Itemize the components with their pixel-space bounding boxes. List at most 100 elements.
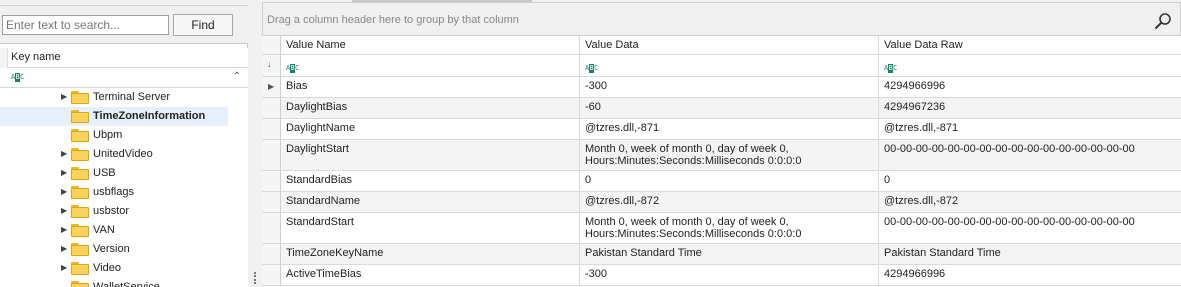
- value-data-raw-cell[interactable]: 00-00-00-00-00-00-00-00-00-00-00-00-00-0…: [879, 213, 1181, 243]
- value-data-cell[interactable]: Month 0, week of month 0, day of week 0,…: [580, 140, 879, 170]
- value-name-cell[interactable]: Bias: [281, 77, 580, 97]
- row-indicator[interactable]: [262, 244, 281, 264]
- pane-splitter[interactable]: [249, 0, 262, 287]
- expand-arrow-icon[interactable]: ▶: [61, 168, 69, 178]
- table-row[interactable]: DaylightBias -60 4294967236: [262, 98, 1181, 119]
- value-data-raw-cell[interactable]: 0: [879, 171, 1181, 191]
- value-data-raw-cell[interactable]: 4294966996: [879, 265, 1181, 285]
- value-data-raw-cell[interactable]: 4294967236: [879, 98, 1181, 118]
- column-filter-cell[interactable]: ABC: [281, 55, 580, 76]
- tree-item[interactable]: WalletService: [0, 278, 228, 287]
- key-name-column-header[interactable]: Key name: [0, 48, 248, 68]
- value-name-cell[interactable]: ActiveTimeBias: [281, 265, 580, 285]
- value-name-cell[interactable]: DaylightName: [281, 119, 580, 139]
- table-row[interactable]: StandardName @tzres.dll,-872 @tzres.dll,-8…: [262, 192, 1181, 213]
- expand-arrow-icon[interactable]: ▶: [61, 187, 69, 197]
- value-name-cell[interactable]: StandardName: [281, 192, 580, 212]
- grid-filter-row[interactable]: ↓ ABC ABC ABC: [262, 55, 1181, 77]
- find-button[interactable]: Find: [173, 14, 233, 36]
- row-indicator[interactable]: [262, 119, 281, 139]
- value-data-raw-cell[interactable]: 4294966996: [879, 77, 1181, 97]
- tree-item[interactable]: ▶ USB: [0, 164, 228, 183]
- tree-item[interactable]: ▶ usbstor: [0, 202, 228, 221]
- tree-item-label: Video: [93, 262, 121, 274]
- abc-filter-icon[interactable]: ABC: [585, 64, 598, 73]
- row-indicator[interactable]: [262, 213, 281, 243]
- tree-item[interactable]: Ubpm: [0, 126, 228, 145]
- value-data-raw-cell[interactable]: Pakistan Standard Time: [879, 244, 1181, 264]
- tree-item[interactable]: ▶ Version: [0, 240, 228, 259]
- value-data-raw-cell[interactable]: @tzres.dll,-872: [879, 192, 1181, 212]
- row-indicator[interactable]: [262, 98, 281, 118]
- folder-icon: [71, 186, 89, 199]
- value-data-cell[interactable]: @tzres.dll,-872: [580, 192, 879, 212]
- row-indicator[interactable]: [262, 265, 281, 285]
- folder-body: [71, 150, 89, 161]
- scroll-up-arrow-icon[interactable]: ⌃: [231, 71, 243, 83]
- table-row[interactable]: ActiveTimeBias -300 4294966996: [262, 265, 1181, 286]
- value-data-cell[interactable]: 0: [580, 171, 879, 191]
- table-row[interactable]: ▶ Bias -300 4294966996: [262, 77, 1181, 98]
- key-filter-row[interactable]: ABC: [0, 68, 248, 88]
- value-data-cell[interactable]: -300: [580, 265, 879, 285]
- expand-arrow-icon[interactable]: ▶: [61, 149, 69, 159]
- search-input[interactable]: [2, 15, 169, 35]
- tree-item[interactable]: ▶ VAN: [0, 221, 228, 240]
- row-indicator[interactable]: [262, 192, 281, 212]
- tree-item[interactable]: ▶ UnitedVideo: [0, 145, 228, 164]
- value-name-cell[interactable]: TimeZoneKeyName: [281, 244, 580, 264]
- value-data-cell[interactable]: -300: [580, 77, 879, 97]
- column-header[interactable]: Value Name: [281, 36, 580, 54]
- value-name-cell[interactable]: DaylightBias: [281, 98, 580, 118]
- value-data-line: -300: [585, 80, 608, 92]
- tree-item[interactable]: ▶ Terminal Server: [0, 88, 228, 107]
- column-header[interactable]: Value Data: [580, 36, 879, 54]
- splitter-grip-icon[interactable]: [254, 272, 256, 284]
- folder-icon: [71, 262, 89, 275]
- folder-body: [71, 93, 89, 104]
- value-name-cell[interactable]: StandardStart: [281, 213, 580, 243]
- table-row[interactable]: TimeZoneKeyName Pakistan Standard Time Pak…: [262, 244, 1181, 265]
- row-indicator[interactable]: [262, 140, 281, 170]
- table-row[interactable]: DaylightStart Month 0, week of month 0, d…: [262, 140, 1181, 171]
- expand-arrow-icon[interactable]: ▶: [61, 244, 69, 254]
- tree-item[interactable]: TimeZoneInformation: [0, 107, 228, 126]
- tree-item-label: Terminal Server: [93, 91, 171, 103]
- tree-item[interactable]: ▶ Video: [0, 259, 228, 278]
- abc-filter-icon[interactable]: ABC: [11, 73, 24, 82]
- value-name-cell[interactable]: DaylightStart: [281, 140, 580, 170]
- expand-arrow-icon[interactable]: ▶: [61, 225, 69, 235]
- value-data-cell[interactable]: @tzres.dll,-871: [580, 119, 879, 139]
- column-filter-cell[interactable]: ABC: [580, 55, 879, 76]
- tree-item[interactable]: ▶ usbflags: [0, 183, 228, 202]
- expand-arrow-icon[interactable]: ▶: [61, 263, 69, 273]
- abc-filter-icon[interactable]: ABC: [286, 64, 299, 73]
- expand-arrow-icon[interactable]: ▶: [61, 92, 69, 102]
- table-row[interactable]: StandardBias 0 0: [262, 171, 1181, 192]
- value-data-cell[interactable]: Pakistan Standard Time: [580, 244, 879, 264]
- group-by-panel[interactable]: Drag a column header here to group by th…: [262, 2, 1181, 36]
- column-header[interactable]: Value Data Raw: [879, 36, 1181, 54]
- tree-vertical-scrollbar[interactable]: [228, 88, 248, 287]
- value-data-cell[interactable]: -60: [580, 98, 879, 118]
- value-data-cell[interactable]: Month 0, week of month 0, day of week 0,…: [580, 213, 879, 243]
- table-row[interactable]: DaylightName @tzres.dll,-871 @tzres.dll,-8…: [262, 119, 1181, 140]
- value-data-raw-cell[interactable]: @tzres.dll,-871: [879, 119, 1181, 139]
- row-indicator[interactable]: ▶: [262, 77, 281, 97]
- expand-arrow-icon[interactable]: ▶: [61, 206, 69, 216]
- folder-icon: [71, 205, 89, 218]
- row-indicator-header: [0, 48, 8, 68]
- abc-filter-icon[interactable]: ABC: [884, 64, 897, 73]
- tree-item-label: usbflags: [93, 186, 134, 198]
- row-indicator[interactable]: [262, 171, 281, 191]
- table-row[interactable]: StandardStart Month 0, week of month 0, d…: [262, 213, 1181, 244]
- value-name-cell[interactable]: StandardBias: [281, 171, 580, 191]
- folder-icon: [71, 224, 89, 237]
- folder-icon: [71, 129, 89, 142]
- column-filter-cell[interactable]: ABC: [879, 55, 1181, 76]
- value-data-raw-cell[interactable]: 00-00-00-00-00-00-00-00-00-00-00-00-00-0…: [879, 140, 1181, 170]
- folder-body: [71, 169, 89, 180]
- search-icon[interactable]: [1154, 12, 1172, 30]
- folder-body: [71, 188, 89, 199]
- value-data-line: -60: [585, 101, 601, 113]
